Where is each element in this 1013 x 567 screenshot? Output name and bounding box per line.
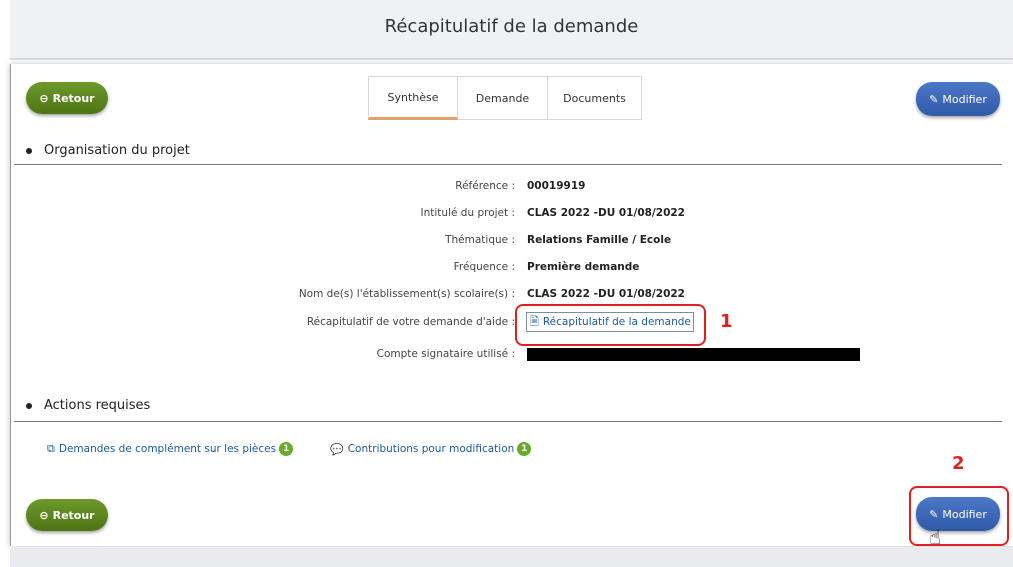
modification-count-badge: 1 — [517, 442, 532, 456]
arrow-left-circle-icon: ⊖ — [39, 91, 49, 105]
complement-count-badge: 1 — [279, 442, 294, 456]
tab-synthese[interactable]: Synthèse — [368, 76, 458, 120]
edit-icon: ✎ — [929, 92, 939, 106]
arrow-left-circle-icon: ⊖ — [39, 508, 49, 522]
tab-documents[interactable]: Documents — [548, 76, 642, 120]
back-button-label: Retour — [52, 508, 95, 522]
main-panel — [10, 64, 1013, 546]
row-label-intitule: Intitulé du projet : — [420, 207, 515, 219]
row-value-intitule: CLAS 2022 -DU 01/08/2022 — [527, 207, 685, 219]
row-label-thematique: Thématique : — [445, 234, 515, 246]
annotation-number-1: 1 — [720, 311, 733, 332]
modify-button-label: Modifier — [942, 92, 987, 106]
page-title: Récapitulatif de la demande — [384, 16, 639, 37]
row-label-etablissement: Nom de(s) l'établissement(s) scolaire(s)… — [298, 288, 515, 300]
section-divider — [14, 421, 1002, 422]
tab-demande[interactable]: Demande — [458, 76, 548, 120]
redacted-value — [527, 348, 860, 361]
row-value-etablissement: CLAS 2022 -DU 01/08/2022 — [527, 288, 685, 300]
back-button-bottom[interactable]: ⊖ Retour — [26, 499, 108, 531]
modification-contribution-link[interactable]: 💬 Contributions pour modification 1 — [330, 442, 532, 456]
row-label-recapitulatif: Récapitulatif de votre demande d'aide : — [306, 316, 515, 328]
section-organisation-title: Organisation du projet — [26, 143, 190, 158]
edit-icon: ✎ — [929, 507, 939, 521]
complement-request-link[interactable]: ⧉ Demandes de complément sur les pièces … — [47, 442, 294, 456]
copy-docs-icon: ⧉ — [47, 442, 55, 455]
row-value-reference: 00019919 — [527, 180, 586, 192]
annotation-box-1 — [515, 304, 706, 346]
section-actions-title: Actions requises — [26, 398, 150, 413]
modify-button-label: Modifier — [942, 507, 987, 521]
chat-icon: 💬 — [330, 442, 344, 456]
bottom-strip — [10, 548, 1013, 567]
row-label-frequence: Fréquence : — [453, 261, 515, 273]
row-label-compte: Compte signataire utilisé : — [376, 348, 515, 360]
hand-cursor-icon: ☝ — [929, 525, 942, 549]
row-label-reference: Référence : — [455, 180, 515, 192]
modification-contribution-label: Contributions pour modification — [347, 443, 515, 455]
back-button-top[interactable]: ⊖ Retour — [26, 82, 108, 114]
bullet-icon — [26, 402, 32, 409]
modify-button-top[interactable]: ✎ Modifier — [916, 82, 1000, 116]
bullet-icon — [26, 147, 32, 154]
annotation-number-2: 2 — [952, 453, 965, 474]
page-header: Récapitulatif de la demande — [10, 0, 1013, 60]
row-value-frequence: Première demande — [527, 261, 640, 273]
back-button-label: Retour — [52, 91, 95, 105]
tab-bar: Synthèse Demande Documents — [368, 76, 642, 120]
section-divider — [14, 164, 1002, 165]
complement-request-label: Demandes de complément sur les pièces — [58, 443, 277, 455]
row-value-thematique: Relations Famille / Ecole — [527, 234, 672, 246]
